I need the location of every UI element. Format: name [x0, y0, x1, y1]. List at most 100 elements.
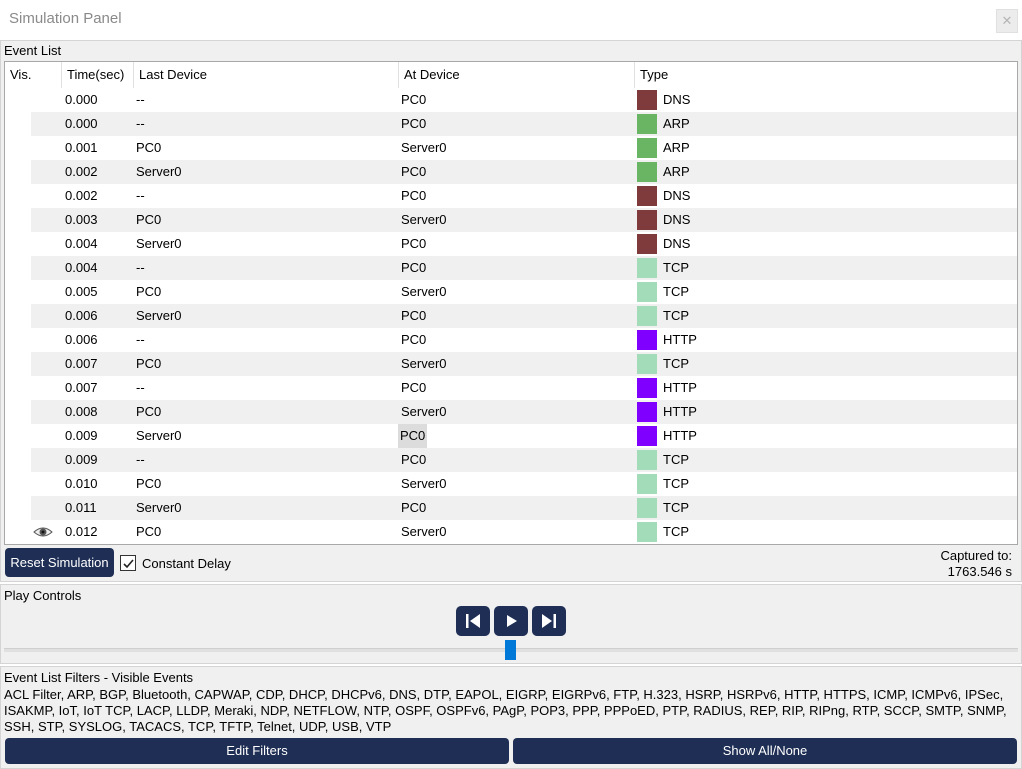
cell-type: TCP [663, 452, 689, 467]
cell-time: 0.006 [65, 332, 98, 347]
type-color-swatch [637, 306, 657, 326]
cell-type: HTTP [663, 428, 697, 443]
row-background [31, 520, 1017, 544]
close-icon: ✕ [1001, 13, 1013, 28]
cell-last-device: PC0 [136, 212, 162, 227]
playback-slider-thumb[interactable] [505, 640, 516, 660]
cell-at-device: Server0 [401, 356, 447, 371]
column-header-last-device[interactable]: Last Device [133, 62, 398, 88]
cell-type: ARP [663, 164, 690, 179]
cell-at-device: PC0 [401, 308, 427, 323]
play-controls-label: Play Controls [4, 588, 82, 603]
cell-at-device: PC0 [401, 500, 427, 515]
cell-time: 0.005 [65, 284, 98, 299]
table-row[interactable]: 0.008 PC0 Server0 HTTP [5, 400, 1017, 424]
cell-time: 0.000 [65, 92, 98, 107]
event-table[interactable]: Vis. Time(sec) Last Device At Device Typ… [4, 61, 1018, 545]
cell-at-device: PC0 [401, 380, 427, 395]
row-background [31, 136, 1017, 160]
constant-delay-checkbox[interactable] [120, 555, 136, 571]
table-row[interactable]: 0.000 -- PC0 DNS [5, 88, 1017, 112]
cell-last-device: -- [136, 380, 145, 395]
table-row[interactable]: 0.004 -- PC0 TCP [5, 256, 1017, 280]
cell-type: ARP [663, 140, 690, 155]
cell-at-device: Server0 [401, 524, 447, 539]
cell-at-device: PC0 [401, 188, 427, 203]
cell-last-device: Server0 [136, 500, 182, 515]
row-background [31, 280, 1017, 304]
table-row[interactable]: 0.003 PC0 Server0 DNS [5, 208, 1017, 232]
table-row[interactable]: 0.002 Server0 PC0 ARP [5, 160, 1017, 184]
row-background [31, 448, 1017, 472]
event-filters-label: Event List Filters - Visible Events [4, 670, 194, 685]
type-color-swatch [637, 378, 657, 398]
type-color-swatch [637, 138, 657, 158]
visible-events-list: ACL Filter, ARP, BGP, Bluetooth, CAPWAP,… [4, 687, 1007, 734]
type-color-swatch [637, 90, 657, 110]
reset-simulation-button[interactable]: Reset Simulation [5, 548, 114, 577]
cell-time: 0.009 [65, 428, 98, 443]
column-header-type[interactable]: Type [634, 62, 1017, 88]
cell-type: TCP [663, 260, 689, 275]
type-color-swatch [637, 162, 657, 182]
checkmark-icon [123, 559, 134, 569]
cell-at-device: PC0 [401, 452, 427, 467]
cell-at-device: PC0 [401, 260, 427, 275]
cell-at-device: Server0 [401, 284, 447, 299]
step-back-button[interactable] [456, 606, 490, 636]
row-background [31, 400, 1017, 424]
table-row[interactable]: 0.006 -- PC0 HTTP [5, 328, 1017, 352]
table-row[interactable]: 0.004 Server0 PC0 DNS [5, 232, 1017, 256]
show-all-none-button[interactable]: Show All/None [513, 738, 1017, 764]
type-color-swatch [637, 522, 657, 542]
cell-at-device: PC0 [398, 424, 428, 448]
column-header-vis[interactable]: Vis. [5, 62, 61, 88]
eye-icon[interactable] [33, 525, 53, 539]
type-color-swatch [637, 330, 657, 350]
cell-last-device: Server0 [136, 236, 182, 251]
type-color-swatch [637, 474, 657, 494]
table-row[interactable]: 0.007 PC0 Server0 TCP [5, 352, 1017, 376]
row-background [31, 88, 1017, 112]
row-background [31, 376, 1017, 400]
cell-time: 0.012 [65, 524, 98, 539]
table-row[interactable]: 0.001 PC0 Server0 ARP [5, 136, 1017, 160]
cell-type: HTTP [663, 380, 697, 395]
table-row[interactable]: 0.012 PC0 Server0 TCP [5, 520, 1017, 544]
table-row[interactable]: 0.007 -- PC0 HTTP [5, 376, 1017, 400]
play-button[interactable] [494, 606, 528, 636]
column-header-time[interactable]: Time(sec) [61, 62, 133, 88]
close-button[interactable]: ✕ [996, 9, 1018, 33]
table-row[interactable]: 0.002 -- PC0 DNS [5, 184, 1017, 208]
captured-to: Captured to: 1763.546 s [940, 548, 1012, 580]
cell-type: TCP [663, 500, 689, 515]
cell-time: 0.011 [65, 500, 97, 515]
row-background [31, 472, 1017, 496]
cell-last-device: PC0 [136, 404, 162, 419]
type-color-swatch [637, 210, 657, 230]
cell-at-device: Server0 [401, 212, 447, 227]
table-row[interactable]: 0.009 -- PC0 TCP [5, 448, 1017, 472]
table-row[interactable]: 0.010 PC0 Server0 TCP [5, 472, 1017, 496]
table-row[interactable]: 0.005 PC0 Server0 TCP [5, 280, 1017, 304]
play-icon [507, 615, 517, 627]
cell-type: DNS [663, 212, 691, 227]
type-color-swatch [637, 426, 657, 446]
cell-time: 0.001 [65, 140, 98, 155]
step-forward-button[interactable] [532, 606, 566, 636]
cell-type: ARP [663, 116, 690, 131]
cell-at-device: Server0 [401, 476, 447, 491]
column-header-at-device[interactable]: At Device [398, 62, 634, 88]
table-row[interactable]: 0.006 Server0 PC0 TCP [5, 304, 1017, 328]
row-background [31, 112, 1017, 136]
cell-type: DNS [663, 92, 691, 107]
row-background [31, 256, 1017, 280]
type-color-swatch [637, 114, 657, 134]
table-row[interactable]: 0.000 -- PC0 ARP [5, 112, 1017, 136]
table-row[interactable]: 0.011 Server0 PC0 TCP [5, 496, 1017, 520]
cell-at-device: Server0 [401, 140, 447, 155]
type-color-swatch [637, 234, 657, 254]
cell-time: 0.006 [65, 308, 98, 323]
table-row[interactable]: 0.009 Server0 PC0 HTTP [5, 424, 1017, 448]
edit-filters-button[interactable]: Edit Filters [5, 738, 509, 764]
